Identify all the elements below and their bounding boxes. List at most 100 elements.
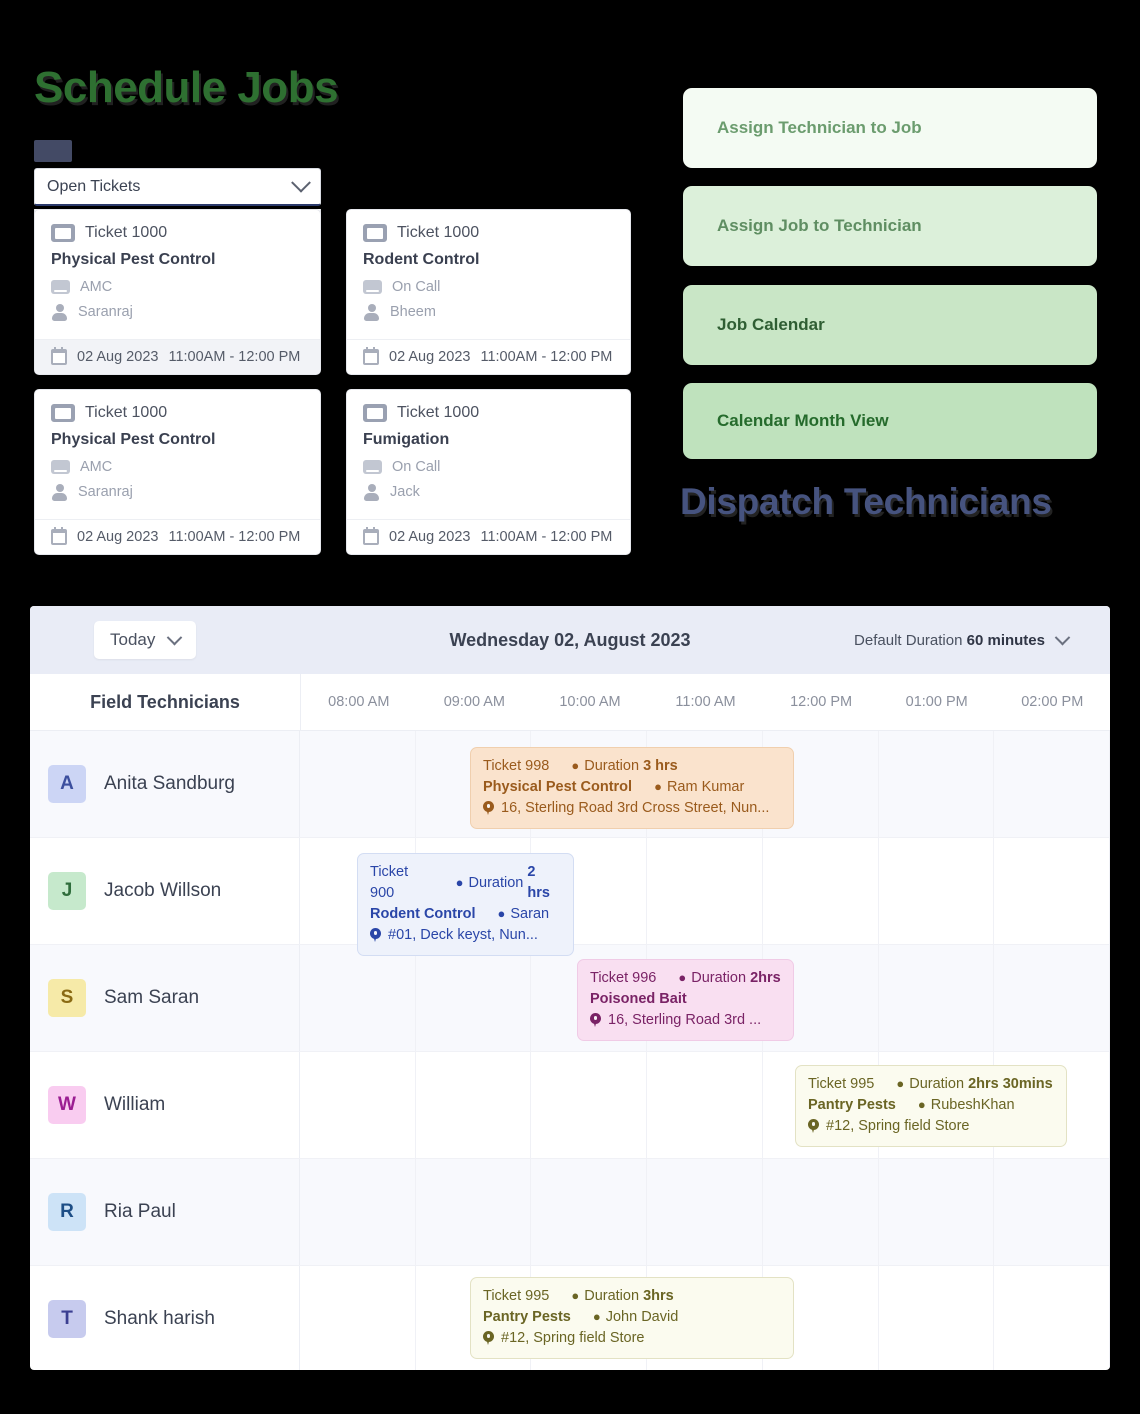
default-duration-label: Default Duration: [854, 631, 963, 649]
schedule-slot[interactable]: [994, 731, 1110, 837]
technician-cell[interactable]: J Jacob Willson: [30, 838, 300, 944]
event-address: #12, Spring field Store: [826, 1118, 970, 1135]
schedule-slot[interactable]: [763, 1159, 879, 1265]
ticket-service-name: Fumigation: [363, 431, 450, 448]
event-ticket-number: Ticket 995: [808, 1076, 875, 1092]
schedule-slot[interactable]: [879, 1159, 995, 1265]
ticket-service-name: Rodent Control: [363, 251, 480, 268]
schedule-slot[interactable]: [763, 838, 879, 944]
ticket-number: Ticket 1000: [397, 224, 480, 241]
time-slot-label: 08:00 AM: [328, 694, 390, 710]
schedule-slot[interactable]: [647, 1052, 763, 1158]
schedule-slot[interactable]: [879, 731, 995, 837]
schedule-slot[interactable]: [647, 1159, 763, 1265]
schedule-event[interactable]: Ticket 900 ● Duration 2 hrs Rodent Control ●…: [357, 853, 574, 957]
schedule-slot[interactable]: [879, 838, 995, 944]
ticket-time: 11:00AM - 12:00 PM: [480, 529, 613, 545]
event-duration-label: Duration: [468, 874, 524, 891]
schedule-slot[interactable]: [994, 1266, 1110, 1370]
ticket-contract-type: On Call: [392, 279, 441, 295]
avatar: S: [48, 979, 86, 1017]
schedule-slot[interactable]: [647, 838, 763, 944]
schedule-event[interactable]: Ticket 995 ● Duration 2hrs 30mins Pantry Pe…: [795, 1065, 1067, 1148]
location-pin-icon: [483, 1331, 494, 1346]
technician-row[interactable]: S Sam Saran: [30, 945, 1110, 1052]
event-duration-value: 3hrs: [643, 1288, 674, 1304]
ticket-date: 02 Aug 2023: [77, 529, 159, 545]
schedule-event[interactable]: Ticket 998 ● Duration 3 hrs Physical Pest C…: [470, 747, 794, 830]
schedule-slot[interactable]: [300, 1266, 416, 1370]
ticket-number: Ticket 1000: [397, 404, 480, 421]
calendar-icon: [363, 347, 379, 365]
ticket-card[interactable]: Ticket 1000 Physical Pest Control AMC Saran…: [34, 389, 321, 555]
schedule-event[interactable]: Ticket 995 ● Duration 3hrs Pantry Pests ● Joh…: [470, 1277, 794, 1360]
action-button-label: Calendar Month View: [717, 411, 889, 430]
technician-cell[interactable]: T Shank harish: [30, 1266, 300, 1370]
ticket-card[interactable]: Ticket 1000 Rodent Control On Call Bheem 02 …: [346, 209, 631, 375]
page-title: Schedule Jobs: [34, 63, 339, 112]
field-technicians-header: Field Technicians: [30, 674, 301, 730]
ticket-icon: [363, 404, 387, 422]
technician-cell[interactable]: A Anita Sandburg: [30, 731, 300, 837]
calendar-icon: [51, 347, 67, 365]
chevron-down-icon: [1054, 629, 1071, 645]
action-button[interactable]: Job Calendar: [683, 285, 1097, 365]
location-pin-icon: [590, 1013, 601, 1028]
ticket-date: 02 Aug 2023: [389, 349, 471, 365]
default-duration-value: 60 minutes: [966, 631, 1045, 649]
schedule-slot[interactable]: [416, 1159, 532, 1265]
ticket-filter-select[interactable]: Open Tickets: [34, 168, 321, 206]
avatar: J: [48, 872, 86, 910]
ticket-service-name: Physical Pest Control: [51, 251, 216, 268]
ticket-service-name: Physical Pest Control: [51, 431, 216, 448]
action-button[interactable]: Assign Job to Technician: [683, 186, 1097, 266]
action-button[interactable]: Assign Technician to Job: [683, 88, 1097, 168]
schedule-slot[interactable]: [416, 1052, 532, 1158]
schedule-slot[interactable]: [879, 1266, 995, 1370]
event-service-name: Pantry Pests: [483, 1309, 571, 1326]
ticket-contract-type: AMC: [80, 279, 113, 295]
top-section: Schedule Jobs Open Tickets SelectAllOpen…: [0, 0, 1140, 606]
technician-row[interactable]: R Ria Paul: [30, 1159, 1110, 1266]
ticket-contract-type: On Call: [392, 459, 441, 475]
scheduler-toolbar: Today Wednesday 02, August 2023 Default …: [30, 606, 1110, 674]
schedule-slot[interactable]: [531, 1159, 648, 1265]
schedule-slot[interactable]: [300, 1159, 416, 1265]
today-button-label: Today: [110, 630, 156, 649]
scheduler-panel: Today Wednesday 02, August 2023 Default …: [30, 606, 1110, 1370]
technician-name: Ria Paul: [104, 1201, 176, 1222]
schedule-event[interactable]: Ticket 996 ● Duration 2hrs Poisoned Bait 16,…: [577, 959, 794, 1042]
schedule-slot[interactable]: [994, 1159, 1110, 1265]
technician-cell[interactable]: W William: [30, 1052, 300, 1158]
action-button[interactable]: Calendar Month View: [683, 383, 1097, 459]
schedule-slot[interactable]: [300, 1052, 416, 1158]
avatar-initial: T: [61, 1308, 73, 1329]
contract-icon: [363, 460, 382, 474]
dispatch-title: Dispatch Technicians: [680, 481, 1052, 522]
chevron-down-icon: [167, 629, 183, 645]
contract-icon: [51, 460, 70, 474]
ticket-card[interactable]: Ticket 1000 Fumigation On Call Jack 02 Aug 2…: [346, 389, 631, 555]
contract-icon: [51, 280, 70, 294]
schedule-slot[interactable]: [994, 838, 1110, 944]
time-slot-label: 11:00 AM: [675, 694, 736, 710]
ticket-customer-name: Saranraj: [78, 484, 133, 500]
schedule-slot[interactable]: [300, 731, 416, 837]
event-duration-value: 2hrs: [750, 970, 781, 986]
default-duration-selector[interactable]: Default Duration 60 minutes: [854, 629, 1071, 649]
event-address: #01, Deck keyst, Nun...: [388, 927, 538, 944]
ticket-icon: [51, 404, 75, 422]
schedule-slot[interactable]: [300, 945, 416, 1051]
schedule-slot[interactable]: [879, 945, 995, 1051]
scheduler-grid: A Anita Sandburg J Jacob Willson S Sam Saran W…: [30, 731, 1110, 1370]
technician-cell[interactable]: S Sam Saran: [30, 945, 300, 1051]
schedule-slot[interactable]: [994, 945, 1110, 1051]
event-duration-value: 2hrs 30mins: [968, 1076, 1053, 1092]
ticket-card[interactable]: Ticket 1000 Physical Pest Control AMC Saran…: [34, 209, 321, 375]
schedule-slot[interactable]: [416, 945, 532, 1051]
technician-cell[interactable]: R Ria Paul: [30, 1159, 300, 1265]
ticket-time: 11:00AM - 12:00 PM: [168, 349, 301, 365]
today-button[interactable]: Today: [94, 621, 197, 659]
schedule-slot[interactable]: [531, 1052, 648, 1158]
action-button-label: Assign Technician to Job: [717, 118, 922, 137]
